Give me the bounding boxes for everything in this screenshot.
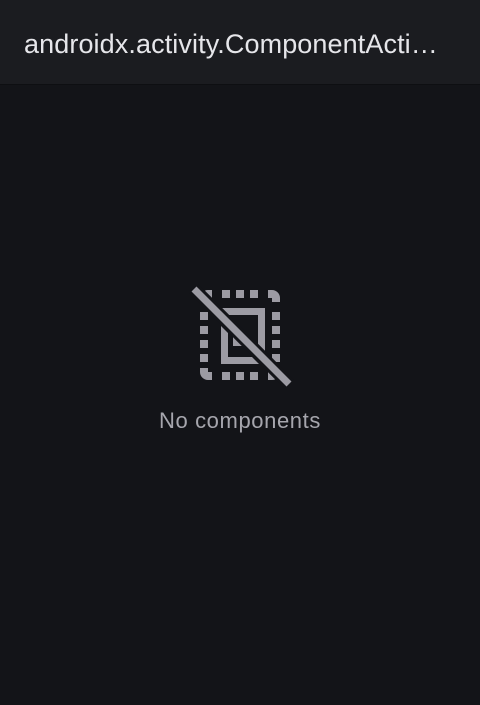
empty-state-message: No components [159, 408, 321, 433]
no-components-icon [189, 284, 294, 389]
top-app-bar: androidx.activity.ComponentActivity [0, 0, 480, 85]
empty-state: No components [0, 280, 480, 436]
app-screen: androidx.activity.ComponentActivity No c… [0, 0, 480, 705]
page-title: androidx.activity.ComponentActivity [24, 29, 444, 59]
